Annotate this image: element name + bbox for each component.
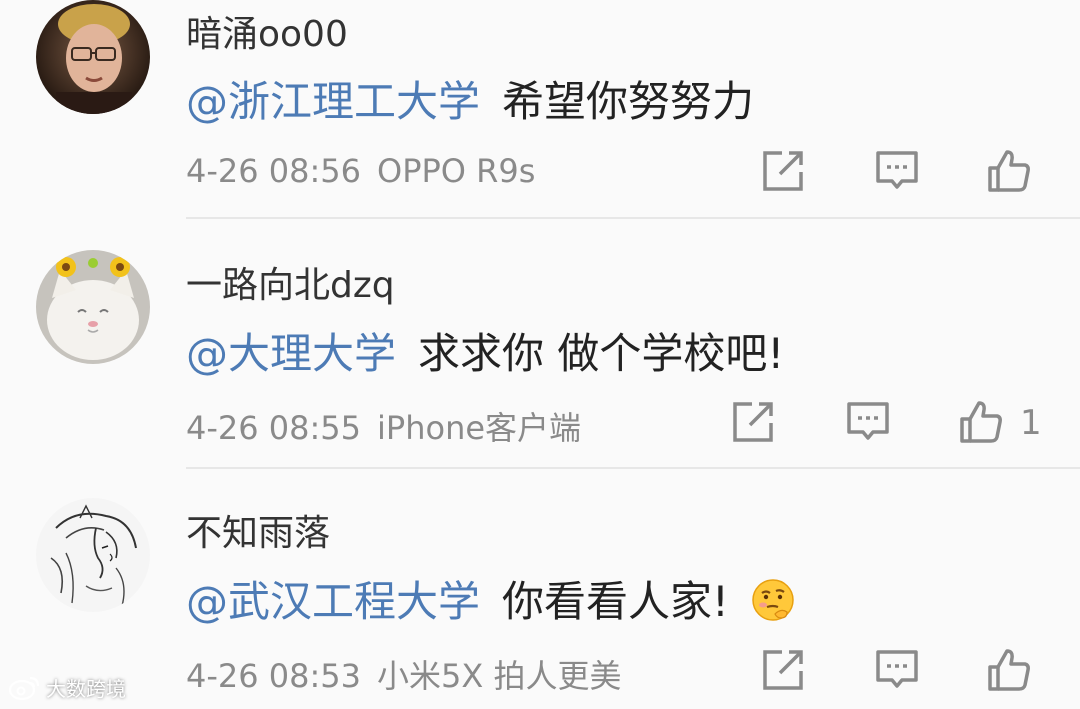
avatar-image <box>36 250 150 364</box>
repost-icon <box>733 402 773 442</box>
thinking-face-emoji <box>752 579 794 621</box>
timestamp: 4-26 08:53 <box>186 657 362 695</box>
thumbs-up-icon <box>988 649 1030 691</box>
comment-icon <box>876 151 918 189</box>
comment-text: @大理大学 求求你 做个学校吧! <box>186 320 784 381</box>
comment-body: 求求你 做个学校吧! <box>418 329 785 378</box>
username[interactable]: 暗涌oo00 <box>186 5 348 57</box>
timestamp: 4-26 08:56 <box>186 152 362 190</box>
reply-button[interactable] <box>874 647 920 693</box>
mention-link[interactable]: @浙江理工大学 <box>186 77 480 126</box>
thumbs-up-icon <box>960 401 1002 443</box>
username[interactable]: 一路向北dzq <box>186 256 395 308</box>
watermark: 大数跨境 <box>8 672 126 702</box>
avatar[interactable] <box>36 250 150 364</box>
avatar[interactable] <box>36 0 150 114</box>
divider <box>186 467 1080 469</box>
comment-meta: 4-26 08:55 iPhone客户端 <box>186 403 581 449</box>
repost-icon <box>763 151 803 191</box>
reply-button[interactable] <box>874 148 920 194</box>
avatar-image <box>36 498 150 612</box>
comment-feed: 暗涌oo00 @浙江理工大学 希望你努努力 4-26 08:56 OPPO R9s <box>0 0 1080 709</box>
comment-body: 你看看人家! <box>502 577 729 626</box>
comment-item: 不知雨落 @武汉工程大学 你看看人家! 4-26 08:53 小米5X 拍人更美 <box>0 470 1080 709</box>
avatar-image <box>36 0 150 114</box>
repost-button[interactable] <box>760 148 806 194</box>
comment-item: 暗涌oo00 @浙江理工大学 希望你努努力 4-26 08:56 OPPO R9s <box>0 0 1080 220</box>
like-button[interactable] <box>958 399 1004 445</box>
comment-text: @浙江理工大学 希望你努努力 <box>186 68 754 129</box>
thumbs-up-icon <box>988 150 1030 192</box>
comment-meta: 4-26 08:56 OPPO R9s <box>186 152 535 190</box>
username[interactable]: 不知雨落 <box>186 504 330 556</box>
mention-link[interactable]: @武汉工程大学 <box>186 577 480 626</box>
device-source: 小米5X 拍人更美 <box>377 657 622 695</box>
device-source: OPPO R9s <box>377 152 536 190</box>
comment-icon <box>876 650 918 688</box>
comment-meta: 4-26 08:53 小米5X 拍人更美 <box>186 651 621 697</box>
weibo-logo-icon <box>8 676 40 701</box>
repost-icon <box>763 650 803 690</box>
timestamp: 4-26 08:55 <box>186 409 362 447</box>
comment-body: 希望你努努力 <box>502 77 755 126</box>
reply-button[interactable] <box>845 399 891 445</box>
repost-button[interactable] <box>730 399 776 445</box>
comment-icon <box>847 402 889 440</box>
comment-text: @武汉工程大学 你看看人家! <box>186 568 795 629</box>
watermark-text: 大数跨境 <box>46 676 126 701</box>
like-button[interactable] <box>986 647 1032 693</box>
device-source: iPhone客户端 <box>377 409 582 447</box>
comment-item: 一路向北dzq @大理大学 求求你 做个学校吧! 4-26 08:55 iPhone… <box>0 220 1080 470</box>
like-count: 1 <box>1020 403 1042 443</box>
avatar[interactable] <box>36 498 150 612</box>
repost-button[interactable] <box>760 647 806 693</box>
divider <box>186 217 1080 219</box>
mention-link[interactable]: @大理大学 <box>186 329 396 378</box>
like-button[interactable] <box>986 148 1032 194</box>
